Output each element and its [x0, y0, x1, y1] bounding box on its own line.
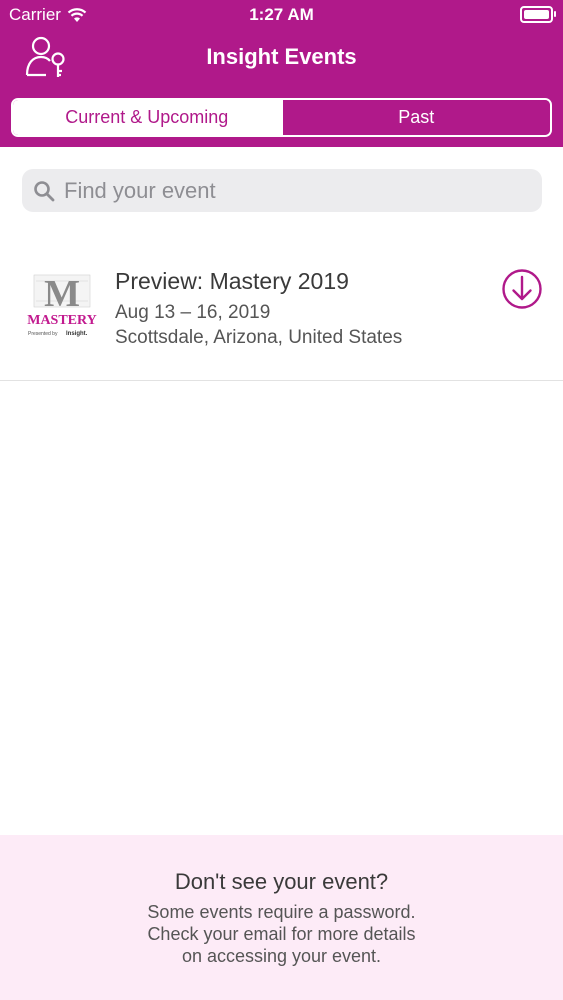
top-bar: Carrier 1:27 AM Insight Events Current &… — [0, 0, 563, 147]
svg-text:Presented by: Presented by — [28, 331, 58, 337]
missing-event-help: Don't see your event? Some events requir… — [0, 835, 563, 1000]
event-title: Preview: Mastery 2019 — [115, 268, 349, 294]
status-bar: Carrier 1:27 AM — [0, 0, 563, 30]
svg-text:Insight.: Insight. — [66, 331, 88, 337]
battery-icon — [520, 6, 556, 23]
page-title: Insight Events — [206, 44, 357, 69]
event-location: Scottsdale, Arizona, United States — [115, 327, 403, 348]
help-text-line: Some events require a password. — [147, 902, 416, 922]
mastery-event-logo: M MASTERY Presented by Insight. — [27, 273, 97, 337]
search-input[interactable] — [64, 177, 524, 204]
event-filter-tabs: Current & Upcoming Past — [11, 98, 552, 137]
search-bar — [22, 169, 542, 212]
tab-current-upcoming[interactable]: Current & Upcoming — [13, 100, 281, 135]
event-list-item[interactable]: M MASTERY Presented by Insight. Preview:… — [0, 240, 563, 381]
tab-past[interactable]: Past — [280, 100, 550, 135]
download-icon — [502, 269, 542, 309]
clock: 1:27 AM — [249, 5, 314, 24]
help-text-line: Check your email for more details — [147, 924, 416, 944]
svg-text:MASTERY: MASTERY — [27, 313, 97, 328]
download-event-button[interactable] — [500, 267, 544, 311]
help-text-line: on accessing your event. — [181, 946, 382, 966]
svg-text:M: M — [44, 273, 80, 315]
search-icon — [34, 180, 55, 201]
event-dates: Aug 13 – 16, 2019 — [115, 302, 271, 323]
help-title: Don't see your event? — [174, 869, 389, 894]
